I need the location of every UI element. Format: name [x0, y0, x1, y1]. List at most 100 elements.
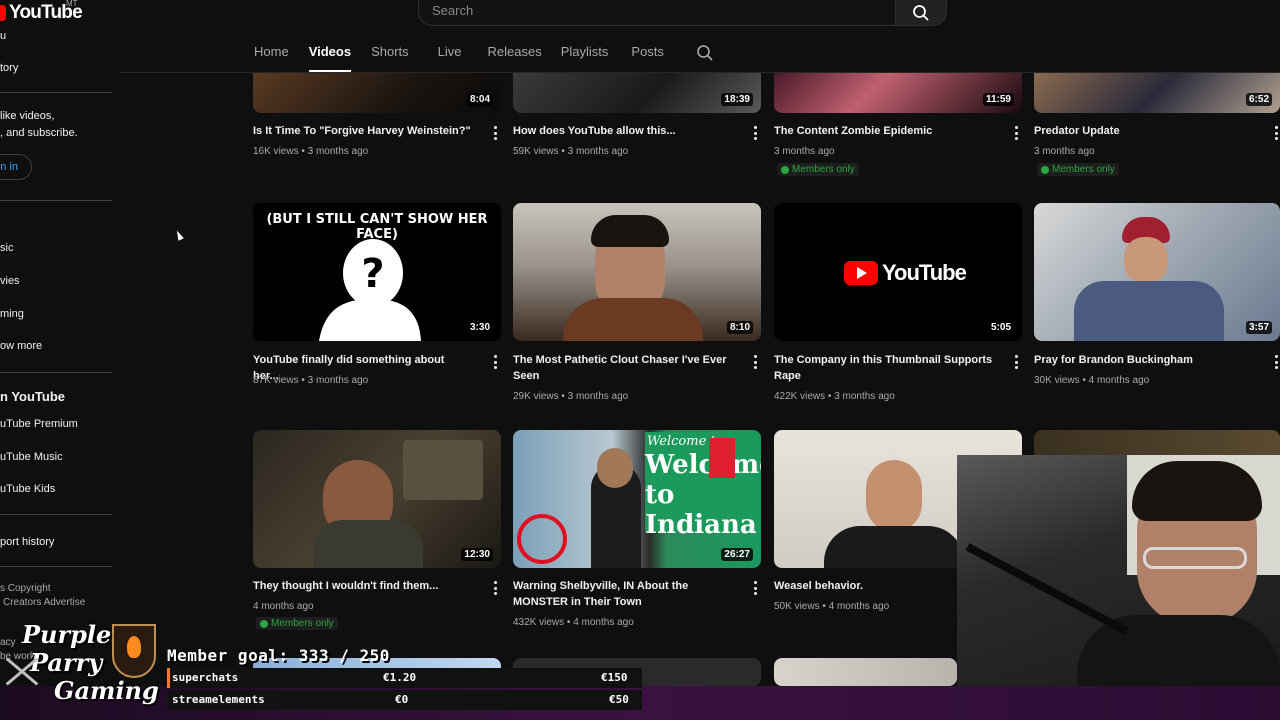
video-thumbnail[interactable] — [1034, 430, 1280, 456]
video-thumbnail[interactable]: 6:52 — [1034, 73, 1280, 113]
video-title[interactable]: The Most Pathetic Clout Chaser I've Ever… — [513, 352, 733, 384]
youtube-play-icon — [844, 261, 878, 285]
video-duration: 3:30 — [466, 321, 493, 334]
signin-prompt-line2: , and subscribe. — [0, 127, 78, 139]
sidebar-item-kids[interactable]: uTube Kids — [0, 483, 55, 495]
video-thumbnail[interactable] — [774, 658, 957, 686]
sidebar-item-history[interactable]: tory — [0, 62, 18, 74]
tab-posts[interactable]: Posts — [631, 44, 664, 72]
goal-row-target: €50 — [609, 693, 629, 706]
tab-live[interactable]: Live — [438, 44, 462, 72]
members-only-badge: Members only — [1037, 163, 1119, 176]
video-thumbnail[interactable]: 3:57 — [1034, 203, 1280, 341]
members-only-badge: Members only — [777, 163, 859, 176]
more-actions-icon[interactable] — [753, 126, 757, 140]
goal-row-superchats: superchats €1.20 €150 — [167, 668, 642, 688]
person-figure — [866, 460, 922, 532]
more-actions-icon[interactable] — [753, 581, 757, 595]
logo-line-2: Parry — [30, 648, 103, 677]
video-meta: 16K views • 3 months ago — [253, 146, 369, 157]
members-only-label: Members only — [1052, 164, 1115, 175]
member-goal-title: Member goal: 333 / 250 — [167, 646, 390, 665]
search-button[interactable] — [895, 0, 947, 26]
video-thumbnail[interactable]: (BUT I STILL CAN'T SHOW HER FACE) ? 3:30 — [253, 203, 501, 341]
members-only-label: Members only — [271, 618, 334, 629]
tab-videos[interactable]: Videos — [308, 44, 352, 72]
youtube-thumb-text: YouTube — [882, 260, 967, 285]
video-duration: 11:59 — [982, 93, 1014, 106]
members-only-badge: Members only — [256, 617, 338, 630]
goal-row-current: €0 — [395, 693, 409, 706]
sign-in-button[interactable]: n in — [0, 154, 32, 180]
tab-playlists[interactable]: Playlists — [561, 44, 609, 72]
more-actions-icon[interactable] — [1014, 355, 1018, 369]
video-title[interactable]: Warning Shelbyville, IN About the MONSTE… — [513, 578, 743, 610]
members-icon — [260, 619, 268, 628]
more-actions-icon[interactable] — [1274, 355, 1278, 369]
more-actions-icon[interactable] — [753, 355, 757, 369]
sidebar-item-music[interactable]: sic — [0, 242, 13, 254]
video-thumbnail[interactable]: 11:59 — [774, 73, 1022, 113]
webcam-overlay — [957, 455, 1280, 686]
sidebar-item-gaming[interactable]: ming — [0, 308, 24, 320]
sidebar-item-report-history[interactable]: port history — [0, 536, 54, 548]
video-thumbnail[interactable]: 18:39 — [513, 73, 761, 113]
video-meta: 3 months ago — [1034, 146, 1095, 157]
video-thumbnail[interactable]: 8:10 — [513, 203, 761, 341]
footer-link-copyright[interactable]: s Copyright — [0, 583, 51, 594]
tab-home[interactable]: Home — [254, 44, 289, 72]
video-thumbnail[interactable]: Welcome to Welcome to Indiana 26:27 — [513, 430, 761, 568]
tab-releases[interactable]: Releases — [488, 44, 542, 72]
video-meta: 3 months ago — [774, 146, 835, 157]
sidebar-item-premium[interactable]: uTube Premium — [0, 418, 78, 430]
video-duration: 8:10 — [726, 321, 753, 334]
goal-row-current: €1.20 — [383, 671, 417, 684]
tab-shorts[interactable]: Shorts — [371, 44, 409, 72]
search-input[interactable]: Search — [418, 0, 896, 26]
video-meta: 50K views • 4 months ago — [774, 601, 890, 612]
video-duration: 5:05 — [987, 321, 1014, 334]
more-actions-icon[interactable] — [493, 126, 497, 140]
sidebar-item-music-app[interactable]: uTube Music — [0, 451, 63, 463]
video-title[interactable]: The Content Zombie Epidemic — [774, 123, 994, 139]
goal-progress-bar — [167, 668, 170, 688]
logo-line-1: Purple — [22, 620, 112, 649]
footer-link-creators[interactable]: Creators Advertise — [3, 597, 85, 608]
more-actions-icon[interactable] — [493, 355, 497, 369]
video-meta: 59K views • 3 months ago — [513, 146, 629, 157]
video-meta: 4 months ago — [253, 601, 314, 612]
video-title[interactable]: They thought I wouldn't find them... — [253, 578, 473, 594]
glasses-icon — [1143, 547, 1247, 569]
svg-text:?: ? — [361, 251, 384, 297]
video-title[interactable]: How does YouTube allow this... — [513, 123, 733, 139]
goal-row-name: streamelements — [172, 693, 265, 706]
video-title[interactable]: Pray for Brandon Buckingham — [1034, 352, 1254, 368]
more-actions-icon[interactable] — [493, 581, 497, 595]
sidebar-item-movies[interactable]: vies — [0, 275, 20, 287]
video-title[interactable]: Is It Time To "Forgive Harvey Weinstein?… — [253, 123, 473, 139]
sidebar-item-you[interactable]: u — [0, 30, 6, 42]
logo-line-3: Gaming — [54, 676, 159, 705]
video-title[interactable]: The Company in this Thumbnail Supports R… — [774, 352, 994, 384]
more-actions-icon[interactable] — [1014, 126, 1018, 140]
members-only-label: Members only — [792, 164, 855, 175]
channel-search-icon[interactable] — [696, 44, 714, 62]
members-icon — [781, 165, 789, 174]
video-title[interactable]: Predator Update — [1034, 123, 1254, 139]
video-duration: 8:04 — [466, 93, 493, 106]
sidebar: YouTube MT u tory like videos, , and sub… — [0, 0, 120, 720]
search-icon — [913, 4, 929, 21]
sign-in-label: n in — [0, 161, 18, 173]
sidebar-item-show-more[interactable]: ow more — [0, 340, 42, 352]
video-meta: 30K views • 4 months ago — [1034, 375, 1150, 386]
video-thumbnail[interactable]: 12:30 — [253, 430, 501, 568]
video-thumbnail[interactable]: 8:04 — [253, 73, 501, 113]
video-thumbnail[interactable]: YouTube 5:05 — [774, 203, 1022, 341]
channel-tabs: Home Videos Shorts Live Releases Playlis… — [254, 44, 714, 72]
youtube-thumb-logo: YouTube — [844, 260, 967, 286]
members-icon — [1041, 165, 1049, 174]
video-duration: 26:27 — [721, 548, 753, 561]
flame-icon — [127, 636, 141, 658]
more-actions-icon[interactable] — [1274, 126, 1278, 140]
indiana-sign-text: Welcome to Indiana — [645, 450, 761, 540]
